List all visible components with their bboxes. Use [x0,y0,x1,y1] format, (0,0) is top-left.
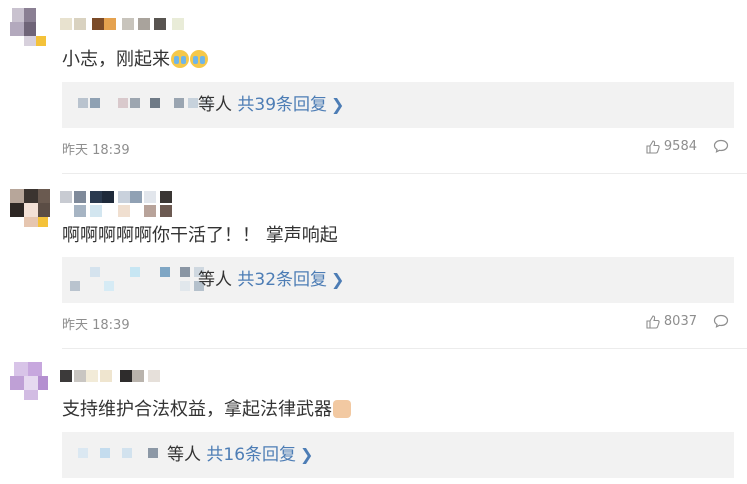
comment-bubble-icon[interactable] [713,314,729,328]
reply-people-label: 等人 [198,270,232,290]
avatar[interactable] [10,189,52,229]
comment-text: 啊啊啊啊啊你干活了！！ 掌声响起 [62,225,338,246]
reply-summary[interactable]: 等人 共32条回复 ❯ [198,269,344,291]
crying-emoji-icon [190,50,208,68]
comment-item: 啊啊啊啊啊你干活了！！ 掌声响起 等人 共32条回复 ❯ 昨天 18:39 803… [0,175,747,350]
reply-people-label: 等人 [198,95,232,115]
reply-summary[interactable]: 等人 共16条回复 ❯ [167,444,313,466]
reply-count-link[interactable]: 共16条回复 [206,445,296,465]
like-count: 8037 [663,314,697,329]
thumbs-up-icon[interactable] [646,139,660,154]
reply-summary[interactable]: 等人 共39条回复 ❯ [198,94,344,116]
like-button[interactable]: 8037 [646,314,697,329]
thumbs-up-emoji-icon [333,400,351,418]
comment-bubble-icon[interactable] [713,139,729,153]
like-count: 9584 [663,139,697,154]
reply-count-link[interactable]: 共32条回复 [237,270,327,290]
comment-item: 支持维护合法权益，拿起法律武器 等人 共16条回复 ❯ [0,350,747,484]
chevron-right-icon[interactable]: ❯ [331,270,344,289]
reply-people-label: 等人 [167,445,201,465]
avatar[interactable] [10,8,52,48]
comment-text: 支持维护合法权益，拿起法律武器 [62,398,351,422]
thumbs-up-icon[interactable] [646,314,660,329]
like-button[interactable]: 9584 [646,139,697,154]
comment-text: 小志，刚起来 [62,48,208,72]
reply-count-link[interactable]: 共39条回复 [237,95,327,115]
crying-emoji-icon [171,50,189,68]
avatar[interactable] [10,362,52,402]
chevron-right-icon[interactable]: ❯ [300,445,313,464]
reply-preview[interactable]: 等人 共32条回复 ❯ [62,257,734,303]
comment-item: 小志，刚起来 等人 共39条回复 ❯ 昨天 18:39 9584 [0,0,747,175]
reply-preview[interactable]: 等人 共39条回复 ❯ [62,82,734,128]
chevron-right-icon[interactable]: ❯ [331,95,344,114]
divider [62,173,747,174]
timestamp: 昨天 18:39 [62,318,130,333]
timestamp: 昨天 18:39 [62,143,130,158]
reply-preview[interactable]: 等人 共16条回复 ❯ [62,432,734,478]
divider [62,348,747,349]
